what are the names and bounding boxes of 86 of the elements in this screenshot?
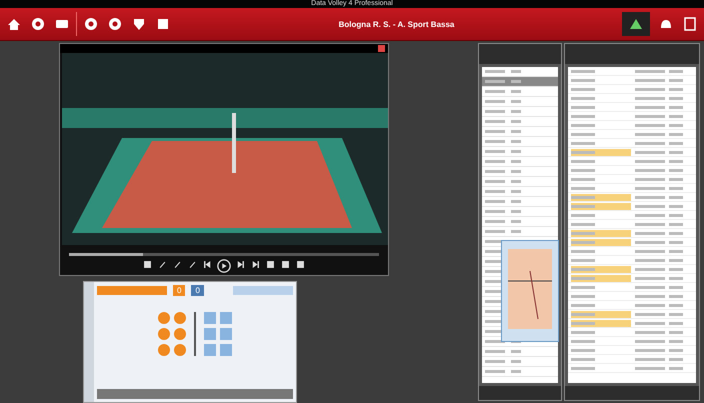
list-row[interactable]	[568, 346, 696, 355]
list-row[interactable]	[568, 220, 696, 229]
play-icon[interactable]	[217, 259, 231, 273]
away-team-bar	[233, 286, 293, 295]
list-row[interactable]	[568, 256, 696, 265]
pen-icon[interactable]	[172, 259, 183, 270]
list-row[interactable]	[568, 139, 696, 148]
list-row[interactable]	[482, 367, 558, 377]
list-row[interactable]	[568, 184, 696, 193]
clipboard-icon[interactable]	[682, 16, 698, 32]
list-row[interactable]	[482, 107, 558, 117]
list-row[interactable]	[482, 347, 558, 357]
list-row[interactable]	[568, 328, 696, 337]
pen-icon[interactable]	[157, 259, 168, 270]
list-row[interactable]	[568, 130, 696, 139]
list-row[interactable]	[482, 357, 558, 367]
list-row[interactable]	[568, 364, 696, 373]
square-icon[interactable]	[155, 16, 171, 32]
home-team-bar	[97, 286, 167, 295]
list-row[interactable]	[482, 87, 558, 97]
list-row[interactable]	[568, 265, 696, 274]
list-row[interactable]	[568, 310, 696, 319]
player-button[interactable]	[220, 328, 232, 340]
player-button[interactable]	[204, 328, 216, 340]
list-row[interactable]	[482, 217, 558, 227]
list-row[interactable]	[568, 112, 696, 121]
list-row[interactable]	[568, 319, 696, 328]
player-button[interactable]	[158, 328, 170, 340]
player-button[interactable]	[158, 344, 170, 356]
player-button[interactable]	[174, 328, 186, 340]
list-row[interactable]	[568, 355, 696, 364]
list-row[interactable]	[568, 229, 696, 238]
list-row[interactable]	[568, 211, 696, 220]
square-icon[interactable]	[265, 259, 276, 270]
list-row[interactable]	[568, 274, 696, 283]
list-row[interactable]	[482, 197, 558, 207]
list-row[interactable]	[568, 238, 696, 247]
list-row[interactable]	[482, 147, 558, 157]
list-row[interactable]	[482, 137, 558, 147]
player-button[interactable]	[220, 344, 232, 356]
list-row[interactable]	[482, 77, 558, 87]
player-button[interactable]	[174, 312, 186, 324]
player-button[interactable]	[174, 344, 186, 356]
list-row[interactable]	[568, 157, 696, 166]
list-row[interactable]	[482, 187, 558, 197]
list-row[interactable]	[568, 175, 696, 184]
list-row[interactable]	[568, 283, 696, 292]
player-button[interactable]	[158, 312, 170, 324]
list-row[interactable]	[568, 103, 696, 112]
skip-forward-icon[interactable]	[250, 259, 261, 270]
list-row[interactable]	[568, 202, 696, 211]
list-row[interactable]	[482, 207, 558, 217]
close-button[interactable]	[378, 45, 385, 52]
list-row[interactable]	[568, 337, 696, 346]
home-icon[interactable]	[6, 16, 22, 32]
skip-back-icon[interactable]	[202, 259, 213, 270]
player-button[interactable]	[204, 312, 216, 324]
pen-icon[interactable]	[187, 259, 198, 270]
list-row[interactable]	[568, 166, 696, 175]
list-row[interactable]	[482, 167, 558, 177]
list-row[interactable]	[482, 177, 558, 187]
list-row[interactable]	[568, 148, 696, 157]
player-button[interactable]	[220, 312, 232, 324]
list-row[interactable]	[482, 117, 558, 127]
list-row[interactable]	[568, 292, 696, 301]
list-row[interactable]	[568, 67, 696, 76]
list-row[interactable]	[568, 85, 696, 94]
player-button[interactable]	[204, 344, 216, 356]
list-row[interactable]	[482, 157, 558, 167]
square-icon[interactable]	[280, 259, 291, 270]
match-title: Bologna R. S. - A. Sport Bassa	[338, 20, 454, 28]
list-row[interactable]	[568, 301, 696, 310]
progress-track[interactable]	[69, 253, 379, 256]
list-row[interactable]	[568, 193, 696, 202]
list-row[interactable]	[482, 227, 558, 237]
list-row[interactable]	[482, 127, 558, 137]
away-score: 0	[191, 285, 204, 296]
list-row[interactable]	[568, 247, 696, 256]
list-row[interactable]	[482, 97, 558, 107]
list-row[interactable]	[568, 94, 696, 103]
square-icon[interactable]	[142, 259, 153, 270]
square-icon[interactable]	[295, 259, 306, 270]
skip-forward-icon[interactable]	[235, 259, 246, 270]
list-row[interactable]	[568, 121, 696, 130]
home-score: 0	[173, 285, 186, 296]
list-row[interactable]	[568, 76, 696, 85]
